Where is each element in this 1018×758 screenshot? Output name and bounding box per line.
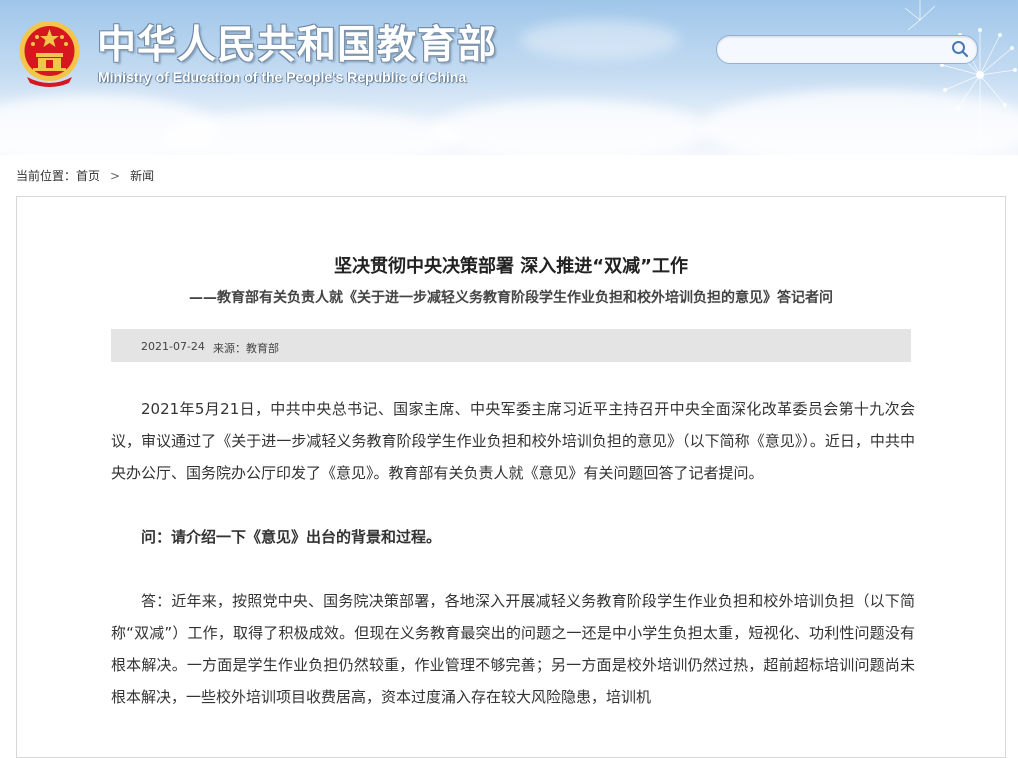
article-paragraph: 2021年5月21日，中共中央总书记、国家主席、中央军委主席习近平主持召开中央全… bbox=[111, 400, 915, 482]
search-box bbox=[716, 35, 978, 64]
site-subtitle: Ministry of Education of the People's Re… bbox=[98, 69, 467, 85]
article-source: 来源：教育部 bbox=[213, 342, 279, 355]
breadcrumb-separator: > bbox=[110, 169, 121, 183]
article-question: 问：请介绍一下《意见》出台的背景和过程。 bbox=[141, 528, 442, 546]
breadcrumb: 当前位置：首页 > 新闻 bbox=[16, 167, 154, 184]
article-paragraph: 答：近年来，按照党中央、国务院决策部署，各地深入开展减轻义务教育阶段学生作业负担… bbox=[111, 592, 915, 706]
search-icon[interactable] bbox=[951, 40, 969, 58]
article-meta-bar: 2021-07-24 来源：教育部 bbox=[111, 329, 911, 362]
article-body: 2021年5月21日，中共中央总书记、国家主席、中央军委主席习近平主持召开中央全… bbox=[111, 393, 915, 745]
breadcrumb-home-link[interactable]: 首页 bbox=[76, 169, 100, 183]
breadcrumb-current-link[interactable]: 新闻 bbox=[130, 169, 154, 183]
search-input[interactable] bbox=[729, 40, 948, 60]
dandelion-decoration bbox=[904, 0, 1017, 150]
article-title: 坚决贯彻中央决策部署 深入推进“双减”工作 bbox=[334, 256, 688, 277]
article-panel: 坚决贯彻中央决策部署 深入推进“双减”工作 ——教育部有关负责人就《关于进一步减… bbox=[16, 196, 1006, 758]
header-banner: 中华人民共和国教育部 Ministry of Education of the … bbox=[0, 0, 1018, 155]
site-title: 中华人民共和国教育部 bbox=[97, 23, 498, 68]
national-emblem-icon bbox=[19, 21, 80, 87]
article-date: 2021-07-24 bbox=[141, 340, 205, 353]
article-subtitle: ——教育部有关负责人就《关于进一步减轻义务教育阶段学生作业负担和校外培训负担的意… bbox=[189, 290, 833, 306]
breadcrumb-prefix: 当前位置： bbox=[16, 169, 77, 183]
